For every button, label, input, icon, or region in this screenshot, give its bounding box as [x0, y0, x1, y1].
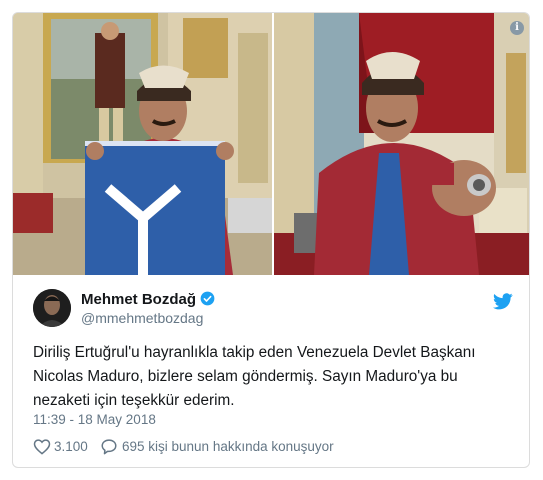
- tweet-text-line: Nicolas Maduro, bizlere selam göndermiş.…: [33, 368, 458, 385]
- photo-maduro-fist: [274, 13, 529, 275]
- tweet-media: i: [13, 13, 529, 275]
- reply-text: 695 kişi bunun hakkında konuşuyor: [122, 439, 334, 454]
- like-count: 3.100: [54, 439, 88, 454]
- tweet-photo-left[interactable]: [13, 13, 272, 275]
- tweet-photo-right[interactable]: i: [274, 13, 529, 275]
- speech-bubble-icon: [101, 439, 117, 455]
- tweet-card: i Mehmet Bozdağ @mmehmetbozdag Diriliş E…: [12, 12, 530, 468]
- verified-badge-icon: [200, 291, 215, 306]
- avatar[interactable]: [33, 289, 71, 327]
- twitter-bird-icon[interactable]: [493, 293, 513, 310]
- heart-icon: [33, 439, 51, 455]
- photo-maduro-flag: [13, 13, 272, 275]
- display-name-text[interactable]: Mehmet Bozdağ: [81, 291, 196, 308]
- tweet-timestamp[interactable]: 11:39 - 18 May 2018: [33, 412, 156, 427]
- avatar-image: [33, 289, 71, 327]
- tweet-header: Mehmet Bozdağ @mmehmetbozdag: [33, 289, 513, 329]
- tweet-text-line: Diriliş Ertuğrul'u hayranlıkla takip ede…: [33, 344, 476, 361]
- display-name[interactable]: Mehmet Bozdağ: [81, 291, 215, 308]
- tweet-text-line: nezaketi için teşekkür ederim.: [33, 392, 235, 409]
- handle[interactable]: @mmehmetbozdag: [81, 310, 203, 326]
- tweet-text: Diriliş Ertuğrul'u hayranlıkla takip ede…: [33, 341, 518, 413]
- info-icon[interactable]: i: [510, 21, 524, 35]
